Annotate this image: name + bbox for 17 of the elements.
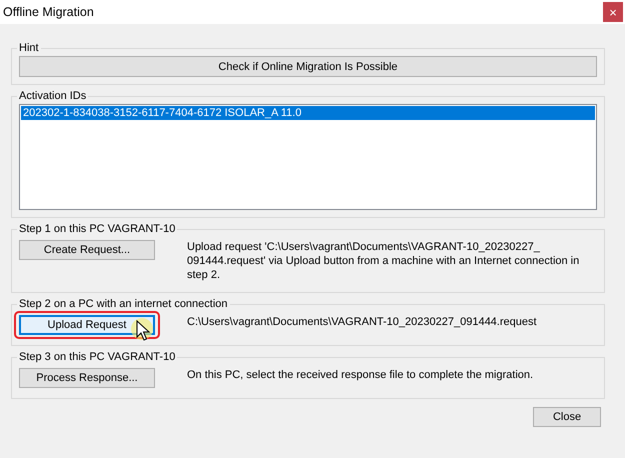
step-description: On this PC, select the received response file to complete the migration. [187,368,534,382]
group-label: Step 3 on this PC VAGRANT-10 [18,351,176,363]
check-online-button[interactable]: Check if Online Migration Is Possible [19,56,597,77]
close-button[interactable]: × [603,2,623,22]
step-button[interactable]: Process Response... [19,368,155,388]
list-item[interactable]: 202302-1-834038-3152-6117-7404-6172 ISOLAR_A 11.0 [21,106,595,120]
step-button[interactable]: Upload Request [19,315,155,335]
window-title: Offline Migration [2,5,94,19]
group-label: Step 1 on this PC VAGRANT-10 [18,223,176,235]
step-description: C:\Users\vagrant\Documents\VAGRANT-10_20230227_091444.request [187,315,537,329]
group-label: Activation IDs [18,90,88,102]
activation-list[interactable]: 202302-1-834038-3152-6117-7404-6172 ISOLAR_A 11.0 [19,104,597,210]
step-description: Upload request 'C:\Users\vagrant\Documents\VAGRANT-10_20230227_ 091444.request' via Upload button from a machine with an Internet connection in step 2. [187,240,580,282]
step-button[interactable]: Create Request... [19,240,155,260]
group-label: Hint [18,42,40,54]
close-dialog-button[interactable]: Close [533,407,601,427]
group-label: Step 2 on a PC with an internet connection [18,298,229,310]
